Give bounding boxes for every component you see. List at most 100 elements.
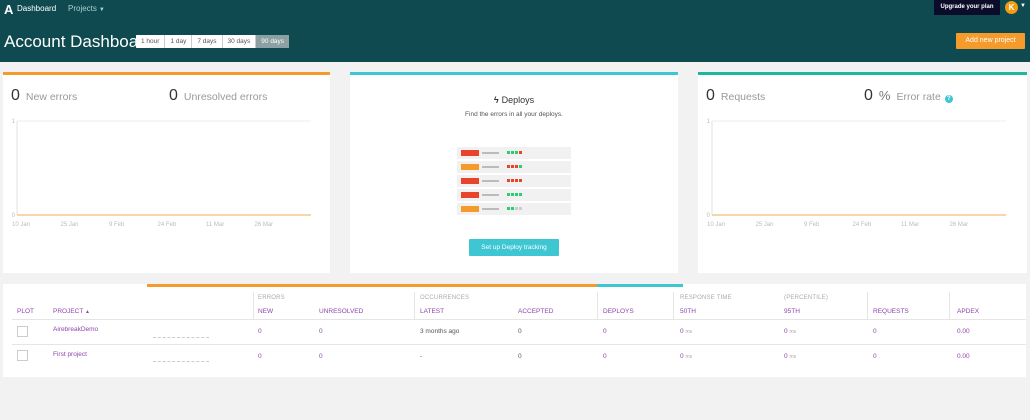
deploy-dot xyxy=(507,207,510,210)
row-unresolved-errors[interactable]: 0 xyxy=(319,328,323,335)
deploy-status-bar xyxy=(461,150,479,156)
deploy-dots xyxy=(507,165,523,168)
row-p95: 0 ms xyxy=(784,353,796,360)
deploy-dots xyxy=(507,151,523,154)
deploy-dot xyxy=(519,165,522,168)
errors-chart-svg: 0 1 10 Jan 25 Jan 9 Feb 24 Feb 11 Mar 26 Mar xyxy=(12,119,311,228)
ms-unit: ms xyxy=(789,354,797,360)
deploy-dot xyxy=(519,179,522,182)
range-1-day-button[interactable]: 1 day xyxy=(165,35,193,48)
row-deploys[interactable]: 0 xyxy=(603,353,607,360)
chevron-down-icon[interactable]: ▼ xyxy=(1020,3,1026,9)
row-new-errors[interactable]: 0 xyxy=(258,328,262,335)
x-tick-label: 9 Feb xyxy=(804,222,820,228)
x-tick-label: 11 Mar xyxy=(206,222,224,228)
deploys-illustration xyxy=(457,147,571,217)
x-tick-label: 11 Mar xyxy=(901,222,919,228)
project-sparkline xyxy=(153,361,209,362)
info-icon[interactable]: ? xyxy=(944,95,953,103)
deploy-status-bar xyxy=(461,164,479,170)
row-accepted: 0 xyxy=(518,328,522,335)
table-accent-errors xyxy=(147,284,597,287)
y-tick-label: 0 xyxy=(707,213,711,219)
nav-dashboard-link[interactable]: Dashboard xyxy=(17,4,56,13)
unresolved-errors-count: 0 xyxy=(169,87,178,104)
deploy-dot xyxy=(511,193,514,196)
error-rate-count: 0 xyxy=(864,87,873,104)
header-accepted[interactable]: ACCEPTED xyxy=(518,308,553,315)
column-divider xyxy=(673,292,674,320)
deploys-title: Deploys xyxy=(501,95,535,105)
x-tick-label: 24 Feb xyxy=(853,222,872,228)
sort-ascending-icon: ▲ xyxy=(85,309,90,315)
add-new-project-button[interactable]: Add new project xyxy=(956,33,1025,49)
setup-deploy-tracking-button[interactable]: Set up Deploy tracking xyxy=(469,239,559,256)
column-divider xyxy=(253,292,254,320)
requests-count: 0 xyxy=(706,87,715,104)
errors-chart: 0 1 10 Jan 25 Jan 9 Feb 24 Feb 11 Mar 26 Mar xyxy=(3,115,330,235)
deploy-dot xyxy=(511,165,514,168)
nav-projects-dropdown[interactable]: Projects ▼ xyxy=(68,4,105,13)
x-tick-label: 24 Feb xyxy=(158,222,177,228)
plot-checkbox[interactable] xyxy=(17,326,28,337)
new-errors-label: New errors xyxy=(25,91,78,103)
header-latest[interactable]: LATEST xyxy=(420,308,444,315)
row-new-errors[interactable]: 0 xyxy=(258,353,262,360)
deploys-subtitle: Find the errors in all your deploys. xyxy=(465,111,563,118)
deploy-row xyxy=(457,203,571,215)
row-unresolved-errors[interactable]: 0 xyxy=(319,353,323,360)
deploy-text-placeholder xyxy=(482,194,499,196)
column-divider xyxy=(414,292,415,320)
header-requests[interactable]: REQUESTS xyxy=(873,308,909,315)
header-p50[interactable]: 50TH xyxy=(680,308,696,315)
unresolved-errors-metric: 0 Unresolved errors xyxy=(169,87,267,105)
header-new[interactable]: NEW xyxy=(258,308,273,315)
plot-checkbox[interactable] xyxy=(17,350,28,361)
row-p95: 0 ms xyxy=(784,328,796,335)
header-p95[interactable]: 95TH xyxy=(784,308,800,315)
deploy-text-placeholder xyxy=(482,152,499,154)
project-link[interactable]: AirebreakDemo xyxy=(53,326,98,333)
deploy-status-bar xyxy=(461,192,479,198)
requests-metric: 0 Requests xyxy=(706,87,765,105)
errors-card: 0 New errors 0 Unresolved errors 0 1 10 Ja… xyxy=(3,72,330,273)
header-project[interactable]: PROJECT ▲ xyxy=(53,308,90,315)
table-accent-deploys xyxy=(597,284,683,287)
upgrade-plan-button[interactable]: Upgrade your plan xyxy=(934,0,1000,15)
row-p50-value: 0 xyxy=(680,353,684,360)
range-7-days-button[interactable]: 7 days xyxy=(192,35,223,48)
deploy-dot xyxy=(507,193,510,196)
project-link[interactable]: First project xyxy=(53,351,87,358)
deploy-dot xyxy=(507,151,510,154)
airbrake-logo-icon[interactable]: A xyxy=(4,3,16,16)
requests-chart-svg: 0 1 10 Jan 25 Jan 9 Feb 24 Feb 11 Mar 26 Mar xyxy=(707,119,1006,228)
requests-label: Requests xyxy=(720,91,766,103)
row-requests[interactable]: 0 xyxy=(873,328,877,335)
y-tick-label: 0 xyxy=(12,213,16,219)
deploys-heading: ϟ Deploys xyxy=(350,95,678,105)
deploy-dot xyxy=(519,193,522,196)
range-90-days-button[interactable]: 90 days xyxy=(256,35,290,48)
user-avatar[interactable]: K xyxy=(1005,1,1018,14)
row-deploys[interactable]: 0 xyxy=(603,328,607,335)
row-latest: - xyxy=(420,353,423,360)
deploy-dot xyxy=(511,151,514,154)
ms-unit: ms xyxy=(685,354,693,360)
nav-projects-label: Projects xyxy=(68,4,97,13)
range-1-hour-button[interactable]: 1 hour xyxy=(136,35,166,48)
header-deploys[interactable]: DEPLOYS xyxy=(603,308,634,315)
deploy-dot xyxy=(515,207,518,210)
range-30-days-button[interactable]: 30 days xyxy=(222,35,257,48)
row-p50: 0 ms xyxy=(680,328,692,335)
deploy-dot xyxy=(507,165,510,168)
row-apdex[interactable]: 0.00 xyxy=(957,328,970,335)
bolt-icon: ϟ xyxy=(493,95,499,105)
row-apdex[interactable]: 0.00 xyxy=(957,353,970,360)
x-tick-label: 26 Mar xyxy=(950,222,969,228)
new-errors-count: 0 xyxy=(11,87,20,104)
row-requests[interactable]: 0 xyxy=(873,353,877,360)
row-p95-value: 0 xyxy=(784,328,788,335)
deploy-row xyxy=(457,161,571,173)
header-unresolved[interactable]: UNRESOLVED xyxy=(319,308,363,315)
header-apdex[interactable]: APDEX xyxy=(957,308,979,315)
